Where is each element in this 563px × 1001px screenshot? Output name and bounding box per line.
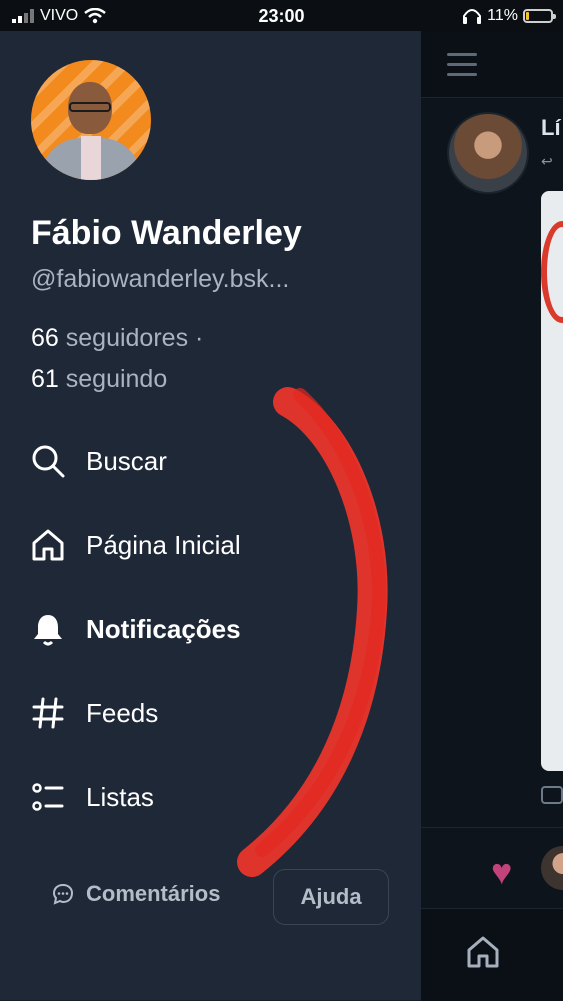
- help-button[interactable]: Ajuda: [273, 869, 389, 925]
- menu-item-notifications[interactable]: Notificações: [30, 611, 241, 647]
- followers-stat[interactable]: 66 seguidores ·: [31, 324, 203, 353]
- list-icon: [30, 779, 66, 815]
- menu-item-search[interactable]: Buscar: [30, 443, 167, 479]
- menu-item-feeds[interactable]: Feeds: [30, 695, 158, 731]
- feed-header: [421, 31, 563, 98]
- background-feed: Lí ↩ ♥: [421, 31, 563, 1001]
- notification-avatar[interactable]: [541, 846, 563, 890]
- headphones-icon: [463, 9, 482, 24]
- following-stat[interactable]: 61 seguindo: [31, 365, 167, 394]
- bottom-nav: [421, 908, 563, 1001]
- following-count: 61: [31, 365, 59, 393]
- profile-name[interactable]: Fábio Wanderley: [31, 214, 302, 253]
- following-label: seguindo: [65, 365, 168, 393]
- menu-item-label: Notificações: [86, 613, 241, 644]
- navigation-drawer: Fábio Wanderley @fabiowanderley.bsk... 6…: [0, 31, 421, 1000]
- search-icon: [30, 443, 66, 479]
- divider: [421, 827, 563, 828]
- post-author-name[interactable]: Lí: [541, 115, 561, 141]
- feedback-link[interactable]: Comentários: [52, 881, 220, 907]
- followers-count: 66: [31, 324, 59, 352]
- menu-item-label: Listas: [86, 781, 154, 812]
- menu-item-lists[interactable]: Listas: [30, 779, 154, 815]
- profile-avatar[interactable]: [31, 60, 151, 180]
- battery-icon: [523, 9, 556, 23]
- heart-icon: ♥: [491, 851, 513, 892]
- menu-icon[interactable]: [447, 53, 477, 83]
- comment-icon[interactable]: [541, 786, 563, 804]
- menu-item-label: Página Inicial: [86, 529, 241, 560]
- post-author-avatar[interactable]: [447, 112, 529, 194]
- chat-bubble-icon: [52, 883, 74, 905]
- post-image[interactable]: [541, 191, 563, 771]
- bell-icon: [30, 611, 66, 647]
- battery-fill: [526, 12, 529, 20]
- status-bar: VIVO 23:00 11%: [0, 0, 563, 31]
- home-icon: [30, 527, 66, 563]
- profile-handle: @fabiowanderley.bsk...: [31, 265, 290, 293]
- menu-item-home[interactable]: Página Inicial: [30, 527, 241, 563]
- menu-item-label: Feeds: [86, 697, 159, 728]
- status-right: 11%: [462, 7, 556, 25]
- hash-icon: [30, 695, 66, 731]
- menu-item-label: Buscar: [86, 445, 167, 476]
- feedback-label: Comentários: [86, 881, 221, 906]
- home-tab-icon[interactable]: [465, 934, 501, 970]
- followers-label: seguidores ·: [65, 324, 204, 352]
- reply-icon: ↩: [541, 153, 553, 169]
- battery-percent: 11%: [487, 7, 518, 24]
